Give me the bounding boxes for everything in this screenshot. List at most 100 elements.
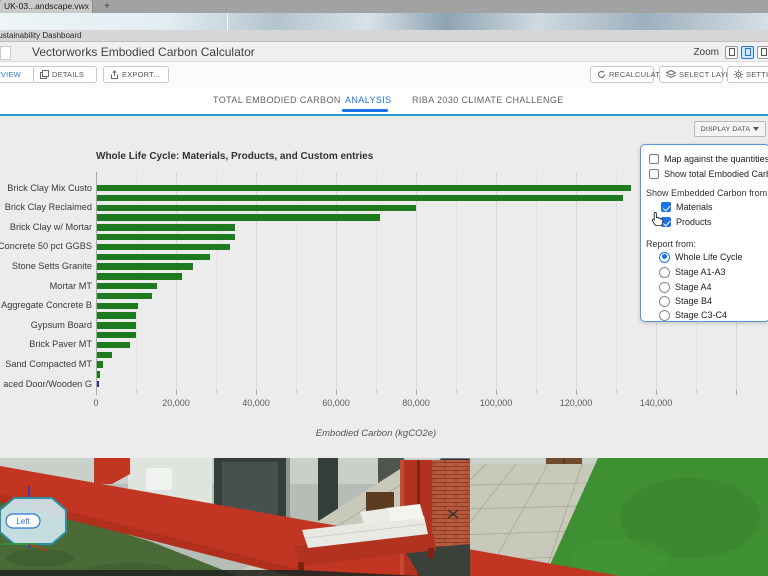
app-window: UK-03...andscape.vwx + Sustainability Da… <box>0 0 768 576</box>
zoom-pane-2-button[interactable] <box>741 46 754 59</box>
checkbox-label: Map against the quantities <box>664 154 768 164</box>
document-tab[interactable]: UK-03...andscape.vwx <box>0 0 93 13</box>
overview-label: OVERVIEW <box>0 70 21 79</box>
axis-tick <box>336 390 337 395</box>
settings-button[interactable]: SETTINGS <box>727 66 768 83</box>
radio-stage-a1-a3[interactable] <box>659 267 670 278</box>
x-tick-label: 60,000 <box>306 398 366 408</box>
export-button[interactable]: EXPORT... <box>103 66 169 83</box>
bar-unlabeled[interactable] <box>97 254 210 260</box>
x-tick-label: 120,000 <box>546 398 606 408</box>
zoom-pane-3-button[interactable] <box>757 46 768 59</box>
new-tab-button[interactable]: + <box>100 0 114 13</box>
details-button[interactable]: DETAILS <box>33 66 97 83</box>
zoom-label: Zoom <box>693 47 719 58</box>
analysis-chart-area: DISPLAY DATA Whole Life Cycle: Materials… <box>0 116 768 458</box>
gridline <box>496 172 497 390</box>
bar-unlabeled[interactable] <box>97 195 623 201</box>
axis-tick <box>216 390 217 393</box>
recalculate-button[interactable]: RECALCULATE <box>590 66 654 83</box>
bar-unlabeled[interactable] <box>97 371 100 377</box>
palette-title-bar[interactable]: Sustainability Dashboard <box>0 30 768 42</box>
details-label: DETAILS <box>52 70 84 79</box>
group-heading: Show Embedded Carbon from: <box>646 188 768 198</box>
scene-shapes <box>0 458 768 576</box>
axis-tick <box>696 390 697 393</box>
bar-brick-paver-mt[interactable] <box>97 342 130 348</box>
bar-brick-clay-reclaimed[interactable] <box>97 205 416 211</box>
zoom-pane-1-button[interactable] <box>725 46 738 59</box>
x-tick-label: 40,000 <box>226 398 286 408</box>
y-axis-category-label: Stone Setts Granite <box>12 261 92 271</box>
gridline <box>616 172 617 390</box>
bar-unlabeled[interactable] <box>97 352 112 358</box>
bar-unlabeled[interactable] <box>97 312 136 318</box>
radio-stage-c3-c4[interactable] <box>659 310 670 321</box>
select-layers-button[interactable]: SELECT LAYERS... <box>659 66 723 83</box>
checkbox-label: Materials <box>676 202 713 212</box>
bar-unlabeled[interactable] <box>97 234 235 240</box>
tab-riba-2030[interactable]: RIBA 2030 CLIMATE CHALLENGE <box>412 95 564 105</box>
gridline <box>576 172 577 390</box>
bar-brick-clay-mix-custo[interactable] <box>97 185 631 191</box>
axis-tick <box>416 390 417 395</box>
radio-stage-b4[interactable] <box>659 296 670 307</box>
chart-options-panel: Map against the quantitiesShow total Emb… <box>640 144 768 322</box>
axis-tick <box>176 390 177 395</box>
axis-tick <box>736 390 737 395</box>
axis-tick <box>616 390 617 393</box>
view-label-text: Left <box>16 517 30 526</box>
bar-aggregate-concrete-b[interactable] <box>97 303 138 309</box>
tab-total-embodied-carbon[interactable]: TOTAL EMBODIED CARBON <box>213 95 341 105</box>
radio-stage-a4[interactable] <box>659 282 670 293</box>
y-axis-category-label: aced Door/Wooden G <box>3 379 92 389</box>
bar-concrete-50-pct-ggbs[interactable] <box>97 244 230 250</box>
bar-stone-setts-granite[interactable] <box>97 263 193 269</box>
bar-unlabeled[interactable] <box>97 293 152 299</box>
display-data-button[interactable]: DISPLAY DATA <box>694 121 766 137</box>
checkbox-label: Products <box>676 217 712 227</box>
axis-tick <box>296 390 297 393</box>
pane-icon <box>745 48 751 56</box>
checkbox-1[interactable] <box>649 169 659 179</box>
3d-viewport-render[interactable]: Left <box>0 458 768 576</box>
gridline <box>456 172 457 390</box>
bar-unlabeled[interactable] <box>97 214 380 220</box>
collapse-icon[interactable] <box>0 46 11 60</box>
radio-whole-life-cycle[interactable] <box>659 252 670 263</box>
y-axis-category-label: Brick Clay Reclaimed <box>5 202 92 212</box>
document-tab-bar: UK-03...andscape.vwx + <box>0 0 768 13</box>
bar-gypsum-board[interactable] <box>97 322 136 328</box>
axis-tick <box>96 390 97 395</box>
x-tick-label: 20,000 <box>146 398 206 408</box>
axis-tick <box>376 390 377 393</box>
bar-brick-clay-w-mortar[interactable] <box>97 224 235 230</box>
radio-label: Stage A1-A3 <box>675 267 726 277</box>
x-tick-label: 100,000 <box>466 398 526 408</box>
chart-title: Whole Life Cycle: Materials, Products, a… <box>96 151 373 162</box>
layers-icon <box>666 70 676 79</box>
toolbar: OVERVIEW DETAILS EXPORT... RECALCULATE S… <box>0 62 768 88</box>
radio-label: Stage C3-C4 <box>675 310 727 320</box>
recalculate-label: RECALCULATE <box>609 70 665 79</box>
bar-aced-door-wooden-g[interactable] <box>97 381 99 387</box>
chevron-down-icon <box>753 127 759 131</box>
y-axis-category-label: Brick Paver MT <box>29 339 92 349</box>
tab-analysis[interactable]: ANALYSIS <box>345 95 392 105</box>
bar-unlabeled[interactable] <box>97 332 136 338</box>
background-sky-strip <box>0 13 768 30</box>
axis-tick <box>496 390 497 395</box>
radio-label: Whole Life Cycle <box>675 252 743 262</box>
axis-tick <box>136 390 137 393</box>
dashboard-header: Vectorworks Embodied Carbon Calculator Z… <box>0 42 768 62</box>
bar-sand-compacted-mt[interactable] <box>97 361 103 367</box>
export-label: EXPORT... <box>122 70 160 79</box>
y-axis-category-label: Mortar MT <box>50 281 92 291</box>
overview-button[interactable]: OVERVIEW <box>0 66 36 83</box>
bar-unlabeled[interactable] <box>97 273 182 279</box>
bar-mortar-mt[interactable] <box>97 283 157 289</box>
x-tick-label: 0 <box>66 398 126 408</box>
axis-tick <box>656 390 657 395</box>
checkbox-0[interactable] <box>649 154 659 164</box>
pane-icon <box>729 48 735 56</box>
